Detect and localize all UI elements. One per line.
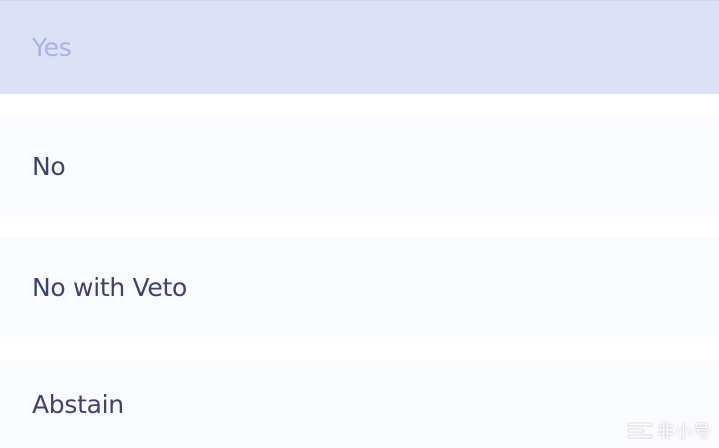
vote-option-no-with-veto[interactable]: No with Veto xyxy=(0,238,719,337)
feixiaohao-logo-icon xyxy=(627,422,653,438)
vote-option-yes[interactable]: Yes xyxy=(0,0,719,94)
vote-option-no[interactable]: No xyxy=(0,117,719,216)
vote-option-label: No xyxy=(32,152,66,181)
watermark-text: 非小号 xyxy=(657,422,711,442)
watermark: 非小号 xyxy=(627,417,711,442)
vote-option-label: No with Veto xyxy=(32,273,187,302)
vote-option-abstain[interactable]: Abstain xyxy=(0,361,719,448)
vote-option-label: Yes xyxy=(32,33,72,62)
vote-option-label: Abstain xyxy=(32,390,124,419)
vote-options-list: Yes No No with Veto Abstain 非小号 xyxy=(0,0,719,448)
